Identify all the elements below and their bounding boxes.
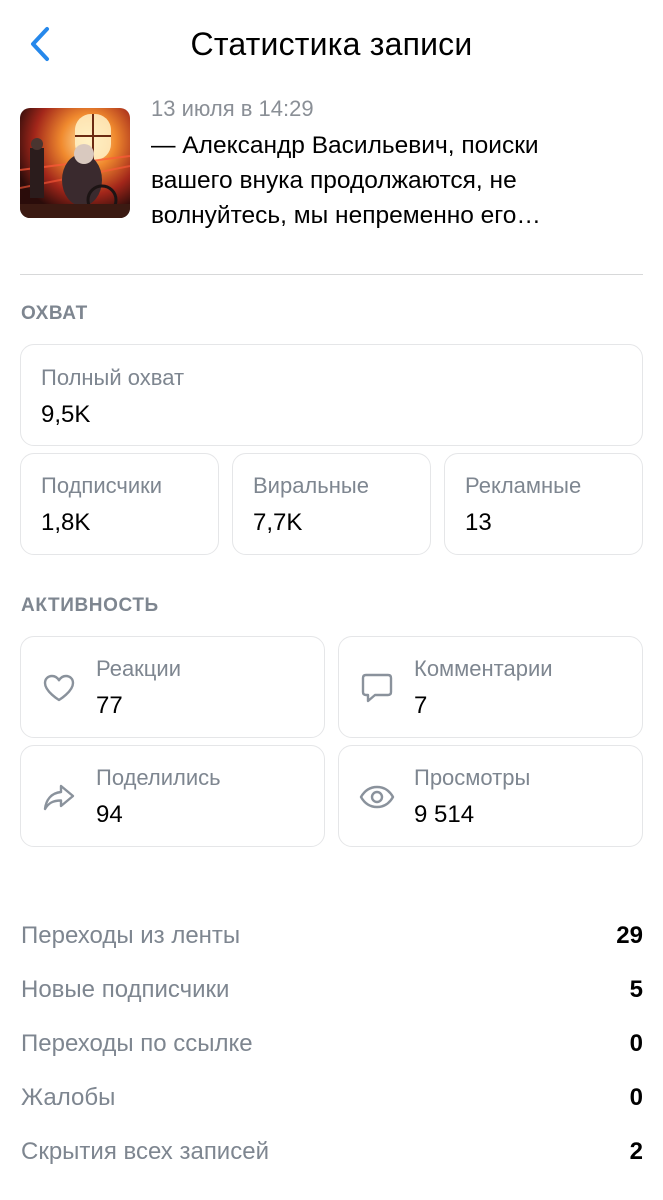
- section-title-activity: АКТИВНОСТЬ: [21, 595, 159, 616]
- stat-label: Скрытия всех записей: [21, 1138, 269, 1165]
- page-title: Статистика записи: [190, 26, 473, 62]
- stat-row-hides: Скрытия всех записей 2: [21, 1132, 643, 1172]
- share-icon: [39, 777, 79, 817]
- stat-label: Новые подписчики: [21, 976, 230, 1003]
- stat-value: 2: [629, 1138, 643, 1165]
- stat-value: 0: [629, 1084, 643, 1111]
- card-value: 94: [96, 801, 123, 828]
- stat-label: Жалобы: [21, 1084, 116, 1111]
- heart-icon: [39, 668, 79, 708]
- card-label: Реакции: [96, 656, 181, 681]
- post-thumbnail: [20, 108, 130, 218]
- card-value: 13: [465, 509, 492, 536]
- card-label: Поделились: [96, 765, 221, 790]
- card-value: 77: [96, 692, 123, 719]
- reach-ads-card[interactable]: Рекламные 13: [444, 453, 643, 555]
- activity-comments-card[interactable]: Комментарии 7: [338, 636, 643, 738]
- reach-subscribers-card[interactable]: Подписчики 1,8K: [20, 453, 219, 555]
- card-label: Подписчики: [41, 473, 163, 498]
- section-title-reach: ОХВАТ: [21, 303, 88, 324]
- stat-value: 29: [616, 922, 643, 949]
- stat-row-link-clicks: Переходы по ссылке 0: [21, 1024, 643, 1064]
- comment-icon: [357, 668, 397, 708]
- card-value: 9,5K: [41, 401, 91, 428]
- reach-viral-card[interactable]: Виральные 7,7K: [232, 453, 431, 555]
- navigation-header: Статистика записи: [0, 0, 663, 92]
- divider: [20, 274, 643, 275]
- reach-total-card[interactable]: Полный охват 9,5K: [20, 344, 643, 446]
- stat-label: Переходы по ссылке: [21, 1030, 253, 1057]
- card-value: 9 514: [414, 801, 475, 828]
- post-date: 13 июля в 14:29: [151, 96, 314, 121]
- card-label: Комментарии: [414, 656, 553, 681]
- post-text: — Александр Васильевич, поиски вашего вн…: [151, 132, 541, 229]
- stat-label: Переходы из ленты: [21, 922, 241, 949]
- post-preview[interactable]: 13 июля в 14:29 — Александр Васильевич, …: [20, 96, 643, 236]
- card-value: 1,8K: [41, 509, 91, 536]
- activity-views-card[interactable]: Просмотры 9 514: [338, 745, 643, 847]
- stat-value: 5: [629, 976, 643, 1003]
- card-label: Полный охват: [41, 365, 185, 390]
- stat-value: 0: [629, 1030, 643, 1057]
- card-value: 7: [414, 692, 428, 719]
- stat-row-new-subscribers: Новые подписчики 5: [21, 970, 643, 1010]
- stat-row-complaints: Жалобы 0: [21, 1078, 643, 1118]
- card-value: 7,7K: [253, 509, 303, 536]
- card-label: Рекламные: [465, 473, 582, 498]
- activity-reactions-card[interactable]: Реакции 77: [20, 636, 325, 738]
- card-label: Виральные: [253, 473, 369, 498]
- card-label: Просмотры: [414, 765, 531, 790]
- stat-row-feed-clicks: Переходы из ленты 29: [21, 916, 643, 956]
- eye-icon: [357, 777, 397, 817]
- activity-shares-card[interactable]: Поделились 94: [20, 745, 325, 847]
